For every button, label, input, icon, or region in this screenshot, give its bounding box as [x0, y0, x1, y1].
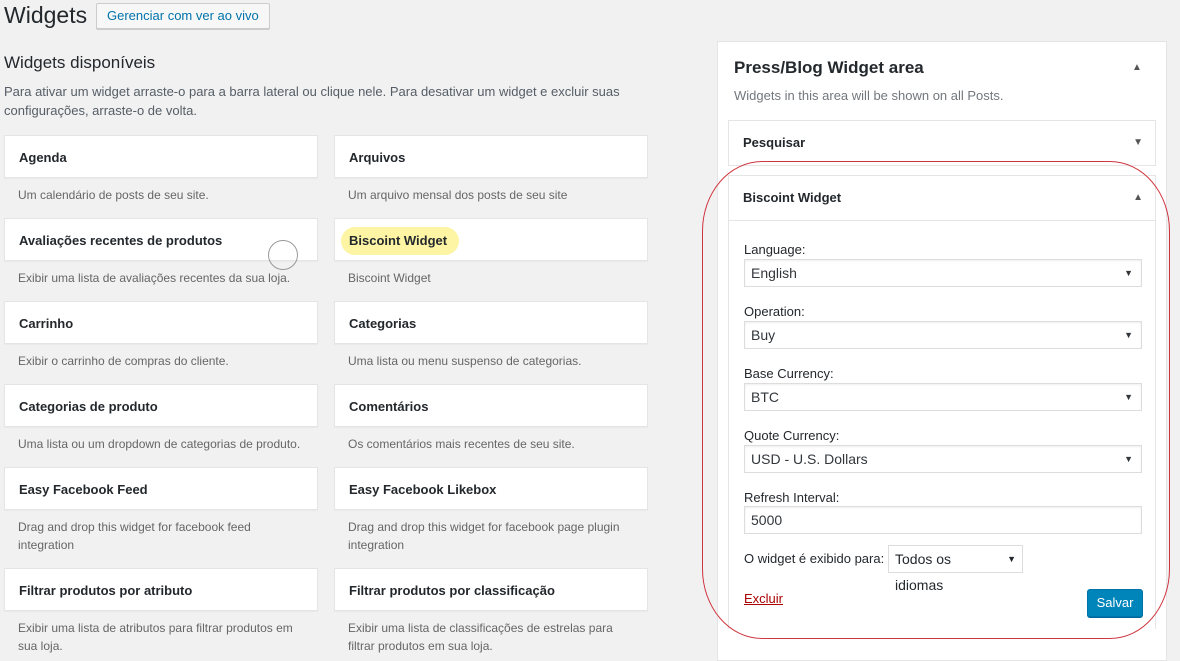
widget-description: Um arquivo mensal dos posts de seu site [348, 188, 568, 202]
widget-description: Um calendário de posts de seu site. [18, 188, 209, 202]
widget-description: Drag and drop this widget for facebook p… [348, 520, 620, 552]
widget-item[interactable]: Comentários Os comentários mais recentes… [334, 384, 650, 453]
dropdown-arrow-icon: ▼ [1124, 454, 1133, 464]
sidebar-description: Widgets in this area will be shown on al… [734, 88, 1004, 103]
manage-live-button[interactable]: Gerenciar com ver ao vivo [96, 3, 270, 29]
language-value: English [751, 265, 797, 281]
delete-link[interactable]: Excluir [744, 591, 783, 606]
widget-title-comentarios[interactable]: Comentários [334, 384, 648, 427]
widget-title-categorias-produto[interactable]: Categorias de produto [4, 384, 318, 427]
base-currency-select[interactable]: BTC ▼ [744, 383, 1142, 411]
widget-description: Exibir uma lista de atributos para filtr… [18, 621, 293, 653]
shown-for-select[interactable]: Todos os idiomas ▼ [888, 545, 1023, 593]
quote-currency-value: USD - U.S. Dollars [751, 451, 868, 467]
widget-title-carrinho[interactable]: Carrinho [4, 301, 318, 344]
operation-select[interactable]: Buy ▼ [744, 321, 1142, 349]
language-select[interactable]: English ▼ [744, 259, 1142, 287]
widget-description: Biscoint Widget [348, 271, 431, 285]
refresh-interval-label: Refresh Interval: [744, 490, 840, 505]
widget-item[interactable]: Agenda Um calendário de posts de seu sit… [4, 135, 320, 204]
widget-title-easy-facebook-likebox[interactable]: Easy Facebook Likebox [334, 467, 648, 510]
page-title: Widgets [4, 2, 88, 28]
sidebar-title[interactable]: Press/Blog Widget area [734, 58, 924, 78]
widget-item[interactable]: Filtrar produtos por classificação Exibi… [334, 568, 650, 655]
widget-description: Os comentários mais recentes de seu site… [348, 437, 575, 451]
shown-for-label: O widget é exibido para: [744, 551, 885, 566]
widget-card-biscoint[interactable]: Biscoint Widget [334, 218, 648, 261]
operation-value: Buy [751, 327, 776, 343]
widget-description: Exibir o carrinho de compras do cliente. [18, 354, 229, 368]
biscoint-widget-panel: Biscoint Widget ▲ Language: English ▼ Op… [728, 175, 1156, 629]
widget-item[interactable]: Categorias de produto Uma lista ou um dr… [4, 384, 320, 453]
widget-item[interactable]: Categorias Uma lista ou menu suspenso de… [334, 301, 650, 370]
widget-item[interactable]: Easy Facebook Feed Drag and drop this wi… [4, 467, 320, 554]
base-currency-label: Base Currency: [744, 366, 834, 381]
widget-description: Exibir uma lista de classificações de es… [348, 621, 613, 653]
base-currency-value: BTC [751, 389, 779, 405]
dropdown-arrow-icon: ▼ [1007, 554, 1016, 564]
language-label: Language: [744, 242, 806, 257]
collapse-arrow-icon[interactable]: ▲ [1133, 176, 1143, 220]
widget-description: Uma lista ou um dropdown de categorias d… [18, 437, 301, 451]
widget-item[interactable]: Carrinho Exibir o carrinho de compras do… [4, 301, 320, 370]
widget-title-categorias[interactable]: Categorias [334, 301, 648, 344]
widget-item[interactable]: Avaliações recentes de produtos Exibir u… [4, 218, 320, 287]
widget-title-filtrar-atributo[interactable]: Filtrar produtos por atributo [4, 568, 318, 611]
search-widget-title[interactable]: Pesquisar [743, 135, 805, 150]
quote-currency-label: Quote Currency: [744, 428, 840, 443]
collapse-arrow-icon[interactable]: ▲ [1132, 62, 1142, 73]
save-button[interactable]: Salvar [1087, 589, 1143, 617]
widget-title-agenda[interactable]: Agenda [4, 135, 318, 178]
quote-currency-select[interactable]: USD - U.S. Dollars ▼ [744, 445, 1142, 473]
search-widget[interactable]: Pesquisar ▼ [728, 120, 1156, 166]
biscoint-widget-form: Language: English ▼ Operation: Buy ▼ Bas… [729, 220, 1155, 629]
dropdown-arrow-icon: ▼ [1124, 268, 1133, 278]
widget-description: Exibir uma lista de avaliações recentes … [18, 271, 291, 285]
dropdown-arrow-icon: ▼ [1124, 392, 1133, 402]
widget-title-avaliacoes[interactable]: Avaliações recentes de produtos [4, 218, 318, 261]
shown-for-value: Todos os idiomas [895, 551, 952, 593]
widget-description: Uma lista ou menu suspenso de categorias… [348, 354, 582, 368]
operation-label: Operation: [744, 304, 805, 319]
refresh-interval-input[interactable]: 5000 [744, 506, 1142, 534]
widget-title-filtrar-classificacao[interactable]: Filtrar produtos por classificação [334, 568, 648, 611]
dropdown-arrow-icon: ▼ [1124, 330, 1133, 340]
expand-arrow-icon[interactable]: ▼ [1133, 121, 1143, 165]
biscoint-widget-title[interactable]: Biscoint Widget [743, 190, 841, 205]
widget-description: Drag and drop this widget for facebook f… [18, 520, 251, 552]
widget-item[interactable]: Filtrar produtos por atributo Exibir uma… [4, 568, 320, 655]
widget-item[interactable]: Biscoint Widget Biscoint Widget [334, 218, 650, 287]
available-widgets-title: Widgets disponíveis [4, 53, 156, 72]
sidebar-widget-area: Press/Blog Widget area ▲ Widgets in this… [717, 41, 1167, 661]
widget-title-easy-facebook-feed[interactable]: Easy Facebook Feed [4, 467, 318, 510]
available-widgets-description: Para ativar um widget arraste-o para a b… [4, 84, 620, 118]
widget-item[interactable]: Easy Facebook Likebox Drag and drop this… [334, 467, 650, 554]
widget-title-biscoint[interactable]: Biscoint Widget [341, 227, 460, 255]
widget-title-arquivos[interactable]: Arquivos [334, 135, 648, 178]
widget-item[interactable]: Arquivos Um arquivo mensal dos posts de … [334, 135, 650, 204]
